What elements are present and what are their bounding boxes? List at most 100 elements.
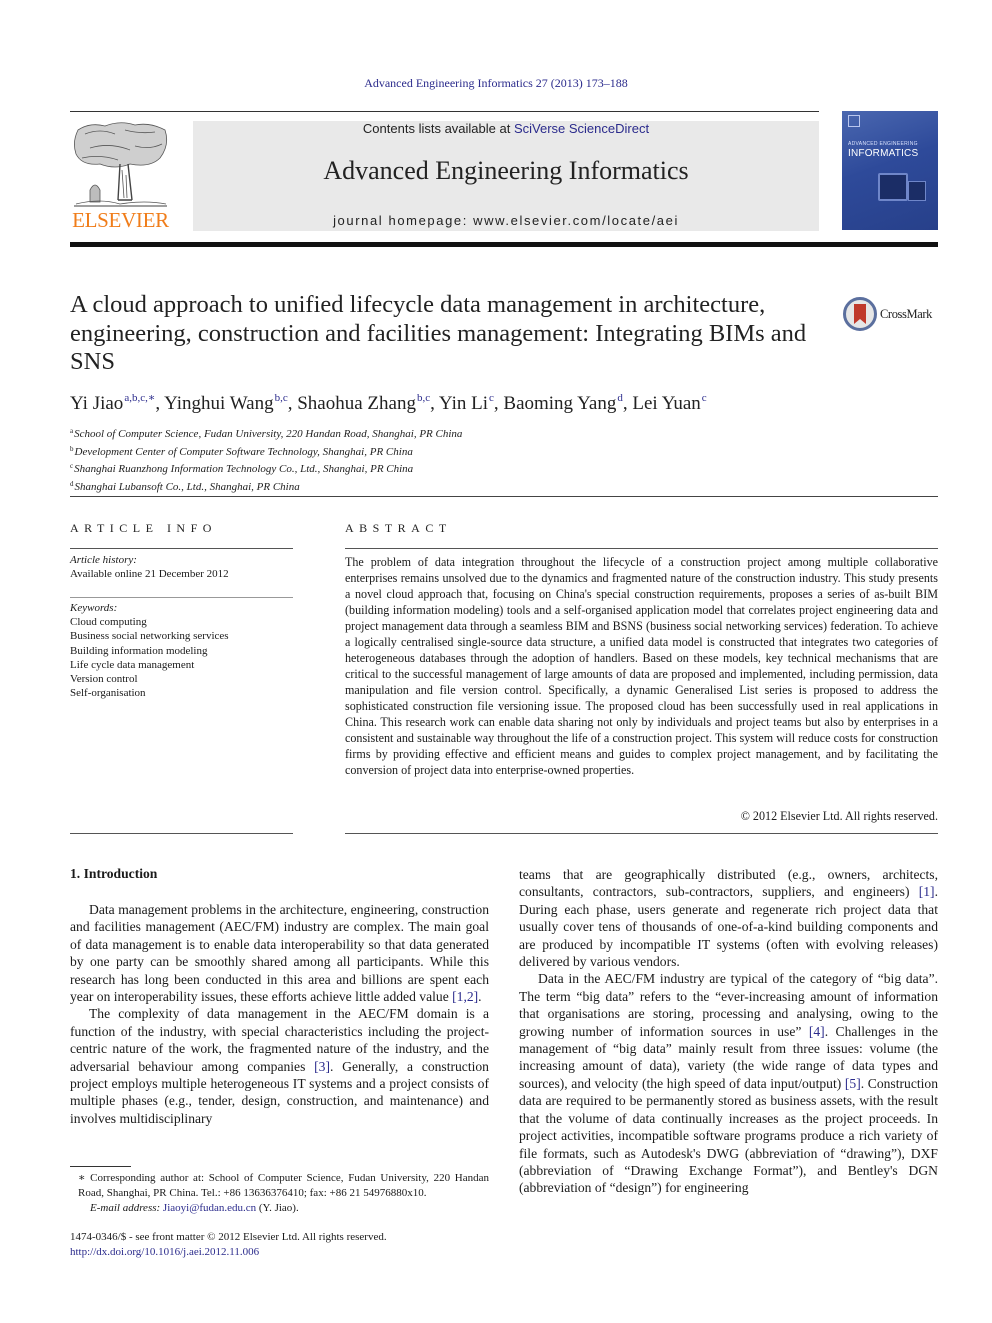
email-note: E-mail address: Jiaoyi@fudan.edu.cn (Y. … (70, 1201, 489, 1216)
author[interactable]: Yi Jiaoa,b,c,∗, (70, 392, 165, 414)
contents-prefix: Contents lists available at (362, 121, 514, 136)
journal-cover-image[interactable]: ADVANCED ENGINEERING INFORMATICS (842, 111, 938, 230)
author-affiliation-marks[interactable]: c (702, 392, 707, 404)
paragraph-text: Data management problems in the architec… (70, 902, 489, 1005)
cover-publisher-mark (848, 115, 860, 127)
masthead-top-rule (70, 111, 819, 112)
abstract-text: The problem of data integration througho… (345, 555, 938, 777)
body-paragraph: teams that are geographically distribute… (519, 866, 938, 970)
keyword: Version control (70, 673, 138, 686)
keywords-label: Keywords: (70, 602, 118, 614)
affiliation-key: d (70, 479, 74, 488)
author-name: Shaohua Zhang (297, 393, 416, 414)
email-suffix: (Y. Jiao). (256, 1202, 299, 1214)
section-heading: 1. Introduction (70, 866, 158, 881)
doi-link[interactable]: http://dx.doi.org/10.1016/j.aei.2012.11.… (70, 1245, 387, 1260)
affiliation-key: b (70, 444, 74, 453)
keyword: Cloud computing (70, 616, 147, 628)
affiliation-text: Development Center of Computer Software … (74, 445, 413, 458)
author-affiliation-marks[interactable]: a,b,c,∗ (124, 392, 155, 404)
crossmark-badge[interactable]: CrossMark (843, 297, 943, 333)
citation-link[interactable]: [1] (919, 884, 935, 899)
body-column-left: Data management problems in the architec… (70, 901, 489, 1127)
footnotes: ∗ Corresponding author at: School of Com… (70, 1171, 489, 1216)
paragraph-text: . Construction data are required to be p… (519, 1075, 938, 1196)
journal-name: Advanced Engineering Informatics (323, 156, 689, 185)
issn-copyright: 1474-0346/$ - see front matter © 2012 El… (70, 1231, 387, 1243)
front-matter: 1474-0346/$ - see front matter © 2012 El… (70, 1230, 387, 1260)
article-title: A cloud approach to unified lifecycle da… (70, 291, 807, 375)
article-info-heading: ARTICLE INFO (70, 521, 217, 535)
author-name: Lei Yuan (632, 393, 701, 414)
keyword: Building information modeling (70, 644, 208, 657)
affiliation-key: a (70, 427, 74, 435)
author[interactable]: Yin Lic, (438, 392, 504, 414)
author-separator: , (493, 393, 504, 414)
article-history-value: Available online 21 December 2012 (70, 568, 229, 580)
corresponding-author-note: ∗ Corresponding author at: School of Com… (78, 1172, 489, 1199)
affiliation: cShanghai Ruanzhong Information Technolo… (70, 459, 462, 477)
affiliation-text: Shanghai Ruanzhong Information Technolog… (74, 463, 414, 476)
affiliation-key: c (70, 462, 74, 471)
email-link[interactable]: Jiaoyi@fudan.edu.cn (163, 1202, 256, 1214)
article-info-bottom-rule (70, 833, 293, 834)
crossmark-icon (843, 297, 877, 331)
citation-link[interactable]: [1,2] (452, 989, 478, 1004)
cover-monitor-graphic (878, 173, 908, 201)
author-list: Yi Jiaoa,b,c,∗, Yinghui Wangb,c, Shaohua… (70, 391, 707, 415)
journal-masthead: Contents lists available at SciVerse Sci… (193, 121, 819, 231)
author[interactable]: Baoming Yangd, (503, 392, 633, 414)
keyword: Business social networking services (70, 630, 229, 643)
cover-title: INFORMATICS (848, 148, 919, 159)
contents-line: Contents lists available at SciVerse Sci… (193, 121, 819, 136)
elsevier-wordmark: ELSEVIER (72, 208, 169, 232)
body-paragraph: Data management problems in the architec… (70, 901, 489, 1005)
journal-homepage[interactable]: journal homepage: www.elsevier.com/locat… (193, 213, 819, 228)
article-history-label: Article history: (70, 554, 137, 566)
body-paragraph: The complexity of data management in the… (70, 1005, 489, 1127)
author[interactable]: Shaohua Zhangb,c, (297, 392, 439, 414)
elsevier-logo[interactable]: ELSEVIER (70, 120, 171, 232)
affiliation: aSchool of Computer Science, Fudan Unive… (70, 424, 462, 442)
author-name: Baoming Yang (503, 393, 617, 414)
author[interactable]: Lei Yuanc (632, 392, 707, 414)
elsevier-tree-icon (74, 122, 168, 207)
abstract-heading: ABSTRACT (345, 521, 452, 535)
cover-monitor-graphic-2 (908, 181, 926, 201)
keyword: Life cycle data management (70, 658, 195, 671)
citation-link[interactable]: [4] (809, 1024, 825, 1039)
sciencedirect-link[interactable]: SciVerse ScienceDirect (514, 121, 649, 136)
keywords-rule (70, 597, 293, 598)
affiliation-text: Shanghai Lubansoft Co., Ltd., Shanghai, … (74, 480, 300, 493)
abstract-bottom-rule (345, 833, 938, 834)
body-column-right: teams that are geographically distribute… (519, 866, 938, 1197)
affiliation: bDevelopment Center of Computer Software… (70, 442, 462, 460)
author-name: Yin Li (438, 393, 488, 414)
affiliation: dShanghai Lubansoft Co., Ltd., Shanghai,… (70, 477, 462, 495)
author-separator: , (155, 393, 165, 414)
header-divider (70, 496, 938, 497)
masthead-bottom-rule (70, 242, 938, 247)
paragraph-text: . (478, 989, 482, 1005)
abstract-copyright: © 2012 Elsevier Ltd. All rights reserved… (740, 809, 938, 823)
author-separator: , (622, 393, 633, 414)
article-info-rule (70, 548, 293, 549)
body-paragraph: Data in the AEC/FM industry are typical … (519, 970, 938, 1196)
keyword: Self-organisation (70, 687, 146, 700)
author-affiliation-marks[interactable]: b,c (417, 392, 430, 404)
author[interactable]: Yinghui Wangb,c, (164, 392, 298, 414)
cover-supertitle: ADVANCED ENGINEERING (848, 141, 918, 147)
footnote-rule (70, 1166, 131, 1167)
keyword-list: Cloud computing Business social networki… (70, 615, 229, 701)
author-name: Yi Jiao (70, 393, 124, 414)
paragraph-text: teams that are geographically distribute… (519, 867, 938, 900)
citation-link[interactable]: [5] (845, 1076, 861, 1091)
author-separator: , (287, 393, 298, 414)
abstract-rule (345, 548, 938, 549)
running-head[interactable]: Advanced Engineering Informatics 27 (201… (0, 76, 992, 91)
citation-link[interactable]: [3] (314, 1059, 330, 1074)
affiliation-list: aSchool of Computer Science, Fudan Unive… (70, 424, 462, 494)
crossmark-label: CrossMark (880, 307, 932, 321)
affiliation-text: School of Computer Science, Fudan Univer… (74, 428, 463, 440)
author-affiliation-marks[interactable]: b,c (275, 392, 288, 404)
